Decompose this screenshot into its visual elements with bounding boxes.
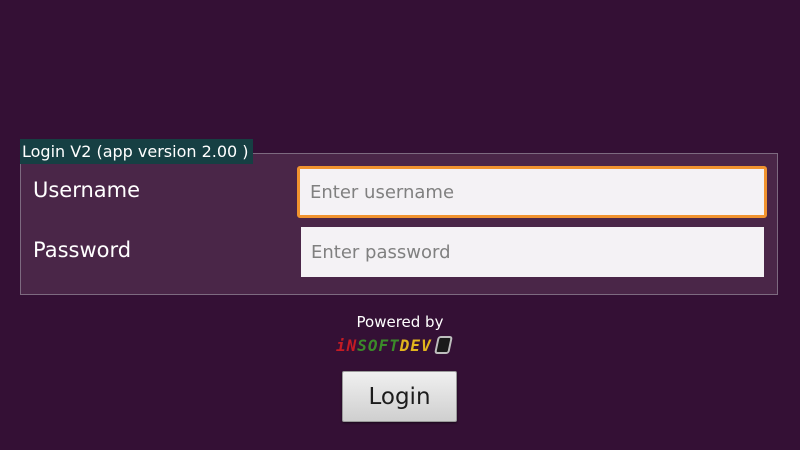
- login-button[interactable]: Login: [342, 371, 457, 422]
- password-label: Password: [33, 238, 132, 262]
- username-input[interactable]: [297, 166, 767, 218]
- logo-text-dev: DEV: [399, 335, 432, 355]
- logo-text-soft: SOFT: [357, 335, 400, 355]
- password-input[interactable]: [301, 227, 764, 277]
- insoftdev-logo: iN SOFT DEV: [336, 335, 453, 355]
- logo-text-in: iN: [336, 335, 358, 355]
- login-panel-title: Login V2 (app version 2.00 ): [20, 139, 253, 164]
- brand-device-icon: [433, 336, 453, 354]
- powered-by-text: Powered by: [356, 313, 444, 331]
- username-label: Username: [33, 178, 141, 202]
